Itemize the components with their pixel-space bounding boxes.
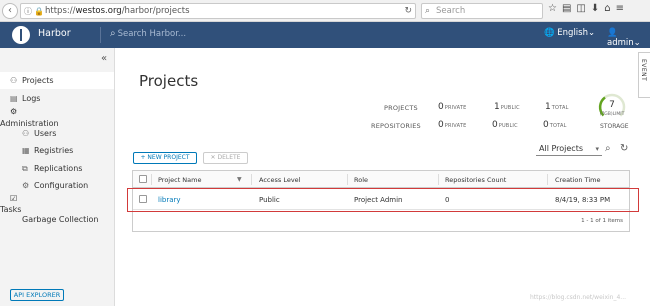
search-icon: ⌕	[425, 6, 431, 16]
column-role[interactable]: Role	[354, 176, 368, 184]
filter-selected-value: All Projects	[539, 144, 583, 153]
sidebar-item-label: Replications	[34, 164, 83, 173]
projects-public-count: 1PUBLIC	[494, 102, 520, 112]
sidebar-item-replications[interactable]: ⧉ Replications	[22, 164, 82, 174]
harbor-logo-icon[interactable]	[12, 26, 30, 44]
chevron-down-icon: ▾	[595, 145, 599, 153]
table-footer: 1 - 1 of 1 items	[133, 210, 629, 231]
users-icon: ⚇	[22, 129, 30, 138]
sidebar-item-label: Configuration	[34, 181, 89, 190]
repos-private-count: 0PRIVATE	[438, 120, 467, 130]
sidebar-item-users[interactable]: ⚇ Users	[22, 129, 56, 138]
sidebar-item-configuration[interactable]: ⚙ Configuration	[22, 181, 88, 190]
language-label: English	[557, 28, 588, 38]
app-header: Harbor ⌕ Search Harbor... 🌐 English⌄ 👤adm…	[0, 22, 650, 48]
browser-toolbar-icons: ☆▤◫⬇⌂≡	[548, 3, 629, 14]
browser-search-input[interactable]: ⌕ Search	[421, 3, 543, 19]
lock-icon: 🔒	[34, 7, 44, 16]
user-name: admin	[607, 38, 634, 48]
sidebar-item-logs[interactable]: ▤ Logs	[10, 94, 40, 103]
storage-limit: (7GB)LIMIT	[599, 112, 625, 117]
menu-icon[interactable]: ≡	[616, 3, 629, 14]
home-icon[interactable]: ⌂	[604, 3, 615, 14]
repos-public-count: 0PUBLIC	[492, 120, 518, 130]
event-tab-label: EVENT	[640, 59, 647, 82]
url-host: westos.org	[75, 6, 122, 16]
user-menu[interactable]: 👤admin⌄	[607, 28, 650, 48]
project-filter-select[interactable]: All Projects ▾	[536, 143, 602, 156]
chevron-down-icon: ⌄	[588, 28, 596, 38]
sidebar-item-garbage-collection[interactable]: Garbage Collection	[22, 215, 98, 224]
sidebar-item-projects[interactable]: ⚇ Projects	[10, 76, 54, 85]
global-search-input[interactable]: ⌕ Search Harbor...	[110, 28, 186, 39]
page-title: Projects	[139, 72, 199, 90]
bookmark-star-icon[interactable]: ☆	[548, 3, 562, 14]
sidebar-item-label: Garbage Collection	[22, 215, 99, 224]
back-icon[interactable]: ‹	[2, 3, 18, 19]
language-selector[interactable]: 🌐 English⌄	[544, 28, 595, 38]
search-icon[interactable]: ⌕	[605, 143, 611, 154]
tasks-icon: ☑	[10, 194, 18, 203]
search-icon: ⌕	[110, 28, 116, 39]
projects-icon: ⚇	[10, 76, 18, 85]
browser-toolbar: ‹ ⓘ 🔒 https://westos.org/harbor/projects…	[0, 0, 650, 22]
administration-icon: ⚙	[10, 107, 18, 116]
api-explorer-button[interactable]: API EXPLORER	[10, 289, 64, 301]
section-administration: Administration	[0, 119, 59, 128]
sidebar: « ⚇ Projects ▤ Logs ⚙ Administration ⚇ User…	[0, 48, 115, 306]
sidebar-item-label: Registries	[34, 146, 74, 155]
column-repositories-count[interactable]: Repositories Count	[445, 176, 506, 184]
storage-value: 7	[609, 100, 615, 110]
event-panel-tab[interactable]: EVENT	[638, 52, 650, 98]
reload-icon[interactable]: ↻	[404, 4, 412, 18]
refresh-icon[interactable]: ↻	[620, 143, 628, 154]
pocket-icon[interactable]: ◫	[576, 3, 590, 14]
select-all-checkbox[interactable]	[139, 175, 147, 183]
table-header: Project Name ▼ Access Level Role Reposit…	[133, 171, 629, 188]
annotation-highlight-box	[127, 188, 639, 212]
filter-icon[interactable]: ▼	[237, 176, 242, 183]
new-project-button[interactable]: + NEW PROJECT	[133, 152, 197, 164]
section-tasks: Tasks	[0, 205, 22, 214]
watermark: https://blog.csdn.net/weixin_4...	[530, 294, 627, 301]
repos-total-count: 0TOTAL	[543, 120, 567, 130]
info-icon[interactable]: ⓘ	[24, 5, 32, 19]
replications-icon: ⧉	[22, 164, 28, 173]
reading-list-icon[interactable]: ▤	[562, 3, 576, 14]
global-search-placeholder: Search Harbor...	[117, 29, 187, 39]
logs-icon: ▤	[10, 94, 18, 103]
configuration-icon: ⚙	[22, 181, 30, 190]
summary-projects-label: PROJECTS	[384, 104, 418, 112]
registries-icon: ▦	[22, 146, 30, 155]
column-creation-time[interactable]: Creation Time	[555, 176, 600, 184]
sidebar-item-registries[interactable]: ▦ Registries	[22, 146, 73, 155]
url-scheme: https://	[45, 6, 76, 16]
sidebar-item-label: Users	[34, 129, 57, 138]
header-divider	[100, 27, 101, 43]
storage-label: STORAGE	[600, 123, 629, 130]
collapse-sidebar-icon[interactable]: «	[101, 53, 107, 64]
chevron-down-icon: ⌄	[633, 38, 641, 48]
globe-icon: 🌐	[544, 28, 555, 38]
delete-button[interactable]: ✕ DELETE	[203, 152, 248, 164]
projects-total-count: 1TOTAL	[545, 102, 569, 112]
browser-search-placeholder: Search	[436, 6, 466, 16]
summary-repositories-label: REPOSITORIES	[371, 122, 421, 130]
sidebar-item-label: Logs	[22, 94, 41, 103]
download-icon[interactable]: ⬇	[591, 3, 604, 14]
pagination-info: 1 - 1 of 1 items	[581, 218, 623, 224]
column-access-level[interactable]: Access Level	[259, 176, 300, 184]
url-path: /harbor/projects	[121, 6, 190, 16]
user-icon: 👤	[607, 28, 618, 38]
brand-name[interactable]: Harbor	[38, 28, 71, 39]
sidebar-item-label: Projects	[22, 76, 54, 85]
column-project-name[interactable]: Project Name	[158, 176, 201, 184]
projects-private-count: 0PRIVATE	[438, 102, 467, 112]
url-bar[interactable]: ⓘ 🔒 https://westos.org/harbor/projects ↻	[20, 3, 416, 19]
